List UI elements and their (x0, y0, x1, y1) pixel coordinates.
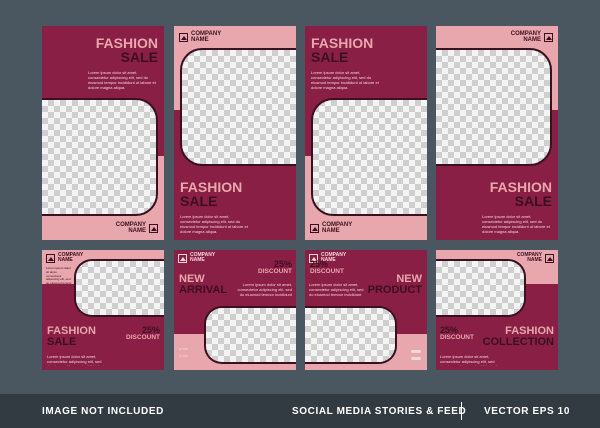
image-placeholder (180, 48, 296, 166)
image-icon (179, 32, 188, 42)
company-logo: COMPANY NAME (179, 31, 221, 44)
discount-label: 25% DISCOUNT (310, 259, 344, 275)
description-text: Lorem ipsum dolor sit amet, consectetur … (237, 282, 292, 296)
image-placeholder (74, 259, 164, 317)
feed-template-1[interactable]: COMPANY NAME Lorem ipsum dolor sit amet, … (42, 250, 164, 370)
feed-template-3[interactable]: COMPANY NAME 25% DISCOUNT Lorem ipsum dol… (305, 250, 427, 370)
discount-label: 25% DISCOUNT (258, 259, 292, 275)
description-text: Lorem ipsum dolor sit amet, consectetur … (88, 70, 156, 90)
image-icon (178, 253, 187, 263)
image-placeholder (311, 98, 427, 216)
fashion-sale-title: FASHION SALE (47, 325, 96, 348)
fashion-sale-title: FASHION SALE (180, 179, 243, 209)
company-logo: COMPANY NAME (310, 222, 352, 235)
description-text: Lorem ipsum dolor sit amet, consectetur … (309, 282, 364, 296)
fashion-sale-title: FASHION SALE (489, 179, 552, 209)
image-icon (544, 32, 553, 42)
image-icon (46, 253, 55, 263)
footer-bar: IMAGE NOT INCLUDED SOCIAL MEDIA STORIES … (0, 394, 600, 428)
decoration-pill (411, 350, 421, 353)
fashion-sale-title: FASHION SALE (311, 35, 374, 65)
social-media-label: SOCIAL MEDIA STORIES & FEED (292, 405, 467, 417)
vector-eps-label: VECTOR EPS 10 (484, 405, 570, 417)
description-text: Lorem ipsum dolor sit amet, consectetur … (482, 214, 550, 234)
description-text: Lorem ipsum dolor sit amet, consectetur … (46, 267, 72, 285)
image-placeholder (305, 306, 397, 364)
description-text: Lorem ipsum dolor sit amet, consectetur … (311, 70, 379, 90)
new-product-title: NEW PRODUCT (367, 273, 422, 296)
story-template-1[interactable]: FASHION SALE Lorem ipsum dolor sit amet,… (42, 26, 164, 240)
image-icon (310, 223, 319, 233)
image-icon (149, 223, 158, 233)
contact-list: infoinfo (179, 346, 188, 360)
story-template-4[interactable]: COMPANY NAME FASHION SALE Lorem ipsum dol… (436, 26, 558, 240)
image-icon (545, 253, 554, 263)
discount-label: 25% DISCOUNT (126, 325, 160, 341)
description-text: Lorem ipsum dolor sit amet, consectetur … (47, 354, 104, 366)
image-placeholder (436, 259, 526, 317)
image-placeholder (204, 306, 296, 364)
feed-template-4[interactable]: COMPANY NAME 25% DISCOUNT FASHION COLLECT… (436, 250, 558, 370)
story-template-2[interactable]: COMPANY NAME FASHION SALE Lorem ipsum dol… (174, 26, 296, 240)
company-logo: COMPANY NAME (116, 222, 158, 235)
new-arrival-title: NEW ARRIVAL (179, 273, 228, 296)
decoration-pill (411, 357, 421, 360)
company-logo: COMPANY NAME (511, 31, 553, 44)
company-logo: COMPANY NAME (178, 252, 215, 264)
description-text: Lorem ipsum dolor sit amet, consectetur … (440, 354, 497, 366)
fashion-sale-title: FASHION SALE (95, 35, 158, 65)
image-not-included-label: IMAGE NOT INCLUDED (42, 405, 164, 417)
company-logo: COMPANY NAME (517, 252, 554, 264)
company-logo: COMPANY NAME (46, 252, 83, 264)
story-template-3[interactable]: FASHION SALE Lorem ipsum dolor sit amet,… (305, 26, 427, 240)
feed-template-2[interactable]: COMPANY NAME NEW ARRIVAL 25% DISCOUNT Lor… (174, 250, 296, 370)
image-placeholder (436, 48, 552, 166)
description-text: Lorem ipsum dolor sit amet, consectetur … (180, 214, 248, 234)
discount-label: 25% DISCOUNT (440, 325, 474, 341)
fashion-collection-title: FASHION COLLECTION (482, 325, 555, 348)
divider (461, 402, 462, 420)
image-placeholder (42, 98, 158, 216)
